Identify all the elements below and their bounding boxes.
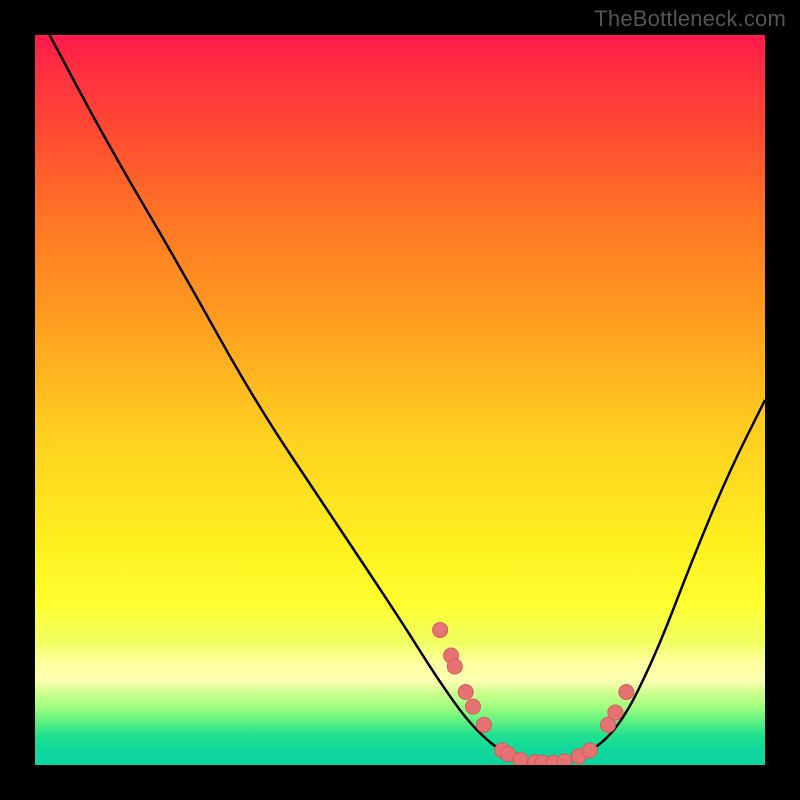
curve-marker <box>557 754 572 765</box>
watermark-text: TheBottleneck.com <box>594 6 786 32</box>
curve-marker <box>513 752 528 765</box>
bottleneck-curve <box>50 35 765 763</box>
curve-marker <box>476 717 491 732</box>
curve-marker <box>466 699 481 714</box>
curve-marker <box>582 743 597 758</box>
curve-marker <box>458 685 473 700</box>
curve-marker <box>433 622 448 637</box>
chart-svg <box>35 35 765 765</box>
curve-marker <box>619 685 634 700</box>
curve-markers <box>433 622 634 765</box>
curve-marker <box>608 705 623 720</box>
chart-plot-area <box>35 35 765 765</box>
curve-marker <box>447 659 462 674</box>
